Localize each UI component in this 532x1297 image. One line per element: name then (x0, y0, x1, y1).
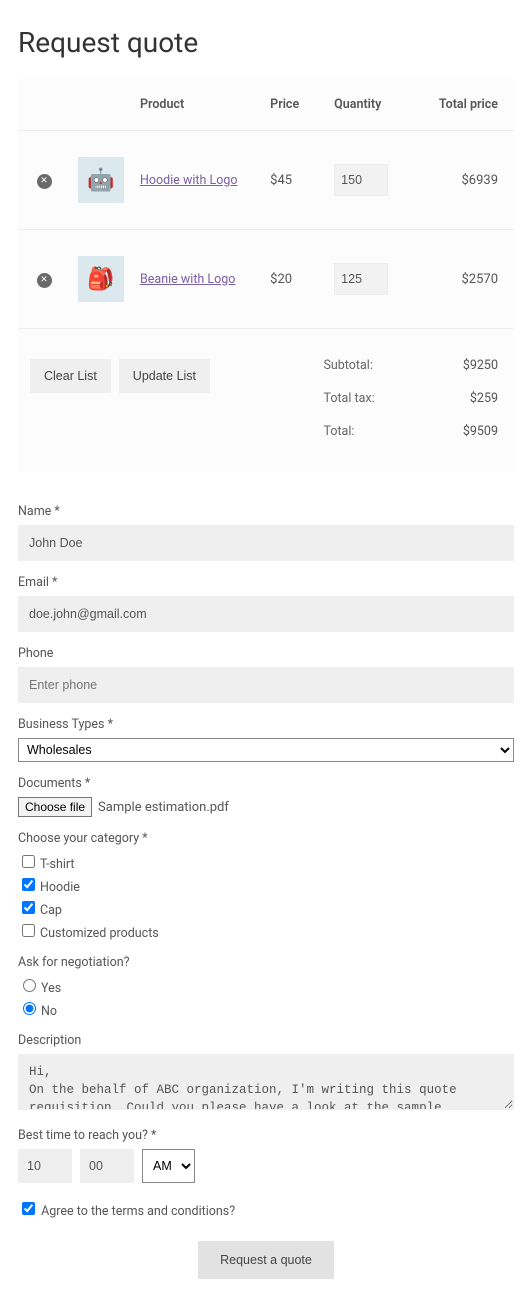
documents-label: Documents * (18, 776, 514, 791)
category-label: Choose your category * (18, 831, 514, 846)
remove-row-button[interactable]: ✕ (37, 174, 52, 189)
price-cell: $45 (262, 173, 326, 188)
total-label: Total: (323, 424, 354, 439)
file-name: Sample estimation.pdf (98, 800, 229, 815)
cat-tshirt-checkbox[interactable] (22, 855, 35, 868)
time-hour-field[interactable] (18, 1149, 72, 1183)
description-field[interactable]: Hi, On the behalf of ABC organization, I… (18, 1054, 514, 1110)
product-link[interactable]: Beanie with Logo (140, 272, 235, 287)
total-value: $9509 (463, 424, 498, 439)
product-thumb: 🎒 (78, 256, 124, 302)
qty-input[interactable] (334, 164, 388, 196)
neg-yes-radio[interactable] (23, 979, 36, 992)
header-product: Product (132, 97, 262, 112)
time-label: Best time to reach you? * (18, 1128, 514, 1143)
update-list-button[interactable]: Update List (119, 359, 210, 393)
tax-value: $259 (470, 391, 498, 406)
time-min-field[interactable] (80, 1149, 134, 1183)
page-title: Request quote (18, 26, 514, 59)
neg-no-radio[interactable] (23, 1002, 36, 1015)
table-row: ✕ 🎒 Beanie with Logo $20 $2570 (18, 229, 514, 328)
row-total: $6939 (402, 173, 514, 188)
row-total: $2570 (402, 272, 514, 287)
subtotal-value: $9250 (463, 358, 498, 373)
tax-label: Total tax: (323, 391, 374, 406)
clear-list-button[interactable]: Clear List (30, 359, 111, 393)
agree-label: Agree to the terms and conditions? (41, 1204, 235, 1219)
price-cell: $20 (262, 272, 326, 287)
remove-row-button[interactable]: ✕ (37, 273, 52, 288)
cat-custom-checkbox[interactable] (22, 924, 35, 937)
name-field[interactable] (18, 525, 514, 561)
quote-table: Product Price Quantity Total price ✕ 🤖 H… (18, 79, 514, 472)
email-label: Email * (18, 575, 514, 590)
biztype-select[interactable]: Wholesales (18, 738, 514, 762)
product-link[interactable]: Hoodie with Logo (140, 173, 238, 188)
cat-cap-checkbox[interactable] (22, 901, 35, 914)
request-quote-button[interactable]: Request a quote (198, 1241, 334, 1279)
email-field[interactable] (18, 596, 514, 632)
subtotal-label: Subtotal: (323, 358, 372, 373)
description-label: Description (18, 1033, 514, 1048)
phone-label: Phone (18, 646, 514, 661)
product-thumb: 🤖 (78, 157, 124, 203)
table-row: ✕ 🤖 Hoodie with Logo $45 $6939 (18, 130, 514, 229)
time-ampm-select[interactable]: AM (142, 1149, 195, 1183)
choose-file-button[interactable]: Choose file (18, 797, 92, 817)
header-total: Total price (402, 97, 514, 112)
header-qty: Quantity (326, 97, 402, 112)
header-price: Price (262, 97, 326, 112)
cat-hoodie-checkbox[interactable] (22, 878, 35, 891)
qty-input[interactable] (334, 263, 388, 295)
name-label: Name * (18, 504, 514, 519)
phone-field[interactable] (18, 667, 514, 703)
negotiation-label: Ask for negotiation? (18, 955, 514, 970)
agree-checkbox[interactable] (22, 1202, 35, 1215)
quote-form: Name * Email * Phone Business Types * Wh… (18, 504, 514, 1279)
biztype-label: Business Types * (18, 717, 514, 732)
